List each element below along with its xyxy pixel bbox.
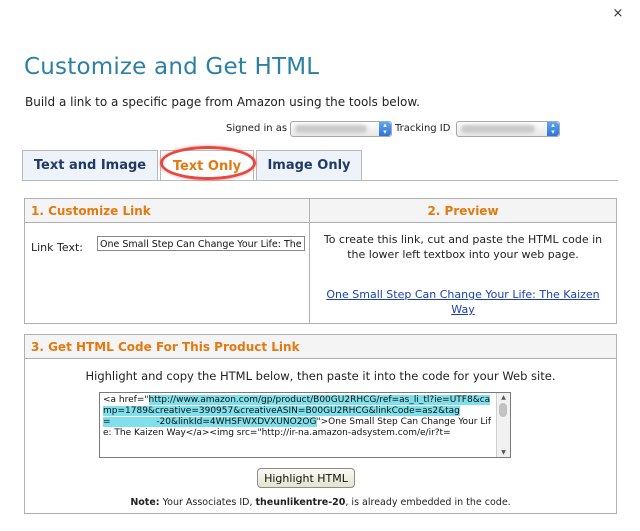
- associates-id: theunlikentre-20: [255, 497, 346, 508]
- tracking-id-label: Tracking ID: [395, 123, 451, 134]
- highlight-html-button[interactable]: Highlight HTML: [257, 468, 355, 488]
- preview-heading: 2. Preview: [310, 199, 616, 223]
- tab-divider: [22, 180, 618, 181]
- customize-link-heading: 1. Customize Link: [25, 199, 309, 223]
- html-code-panel: 3. Get HTML Code For This Product Link H…: [24, 334, 617, 514]
- select-arrows-icon: ▴ ▾: [379, 122, 391, 136]
- tab-text-and-image[interactable]: Text and Image: [22, 150, 158, 180]
- customize-html-dialog: × Customize and Get HTML Build a link to…: [0, 0, 640, 531]
- signed-in-label: Signed in as: [226, 123, 288, 134]
- link-text-label: Link Text:: [31, 241, 83, 254]
- customize-link-panel: 1. Customize Link Link Text: One Small S…: [24, 198, 310, 324]
- preview-panel: 2. Preview To create this link, cut and …: [309, 198, 617, 324]
- close-icon[interactable]: ×: [610, 6, 626, 22]
- code-scrollbar[interactable]: ▲ ▼: [496, 393, 510, 457]
- dialog-subtitle: Build a link to a specific page from Ama…: [25, 95, 420, 109]
- preview-instructions: To create this link, cut and paste the H…: [323, 233, 603, 261]
- html-code-heading: 3. Get HTML Code For This Product Link: [25, 335, 616, 359]
- associates-note: Note: Your Associates ID, theunlikentre-…: [130, 497, 511, 508]
- preview-product-link[interactable]: One Small Step Can Change Your Life: The…: [310, 287, 616, 317]
- dialog-title: Customize and Get HTML: [24, 54, 320, 80]
- html-code-text: <a href="http://www.amazon.com/gp/produc…: [103, 395, 492, 438]
- html-code-instructions: Highlight and copy the HTML below, then …: [85, 369, 556, 383]
- signed-in-value-blurred: [295, 125, 367, 133]
- select-arrows-icon: ▴ ▾: [547, 122, 559, 136]
- signed-in-select[interactable]: ▴ ▾: [290, 121, 392, 137]
- link-text-input[interactable]: One Small Step Can Change Your Life: The…: [97, 236, 305, 251]
- scroll-thumb[interactable]: [499, 403, 507, 417]
- scroll-down-icon[interactable]: ▼: [497, 448, 510, 457]
- highlight-oval-annotation: [160, 146, 256, 180]
- html-code-textarea[interactable]: <a href="http://www.amazon.com/gp/produc…: [99, 392, 511, 458]
- tracking-id-value-blurred: [461, 125, 535, 133]
- tracking-id-select[interactable]: ▴ ▾: [456, 121, 560, 137]
- scroll-up-icon[interactable]: ▲: [497, 393, 510, 402]
- tab-image-only[interactable]: Image Only: [256, 150, 362, 180]
